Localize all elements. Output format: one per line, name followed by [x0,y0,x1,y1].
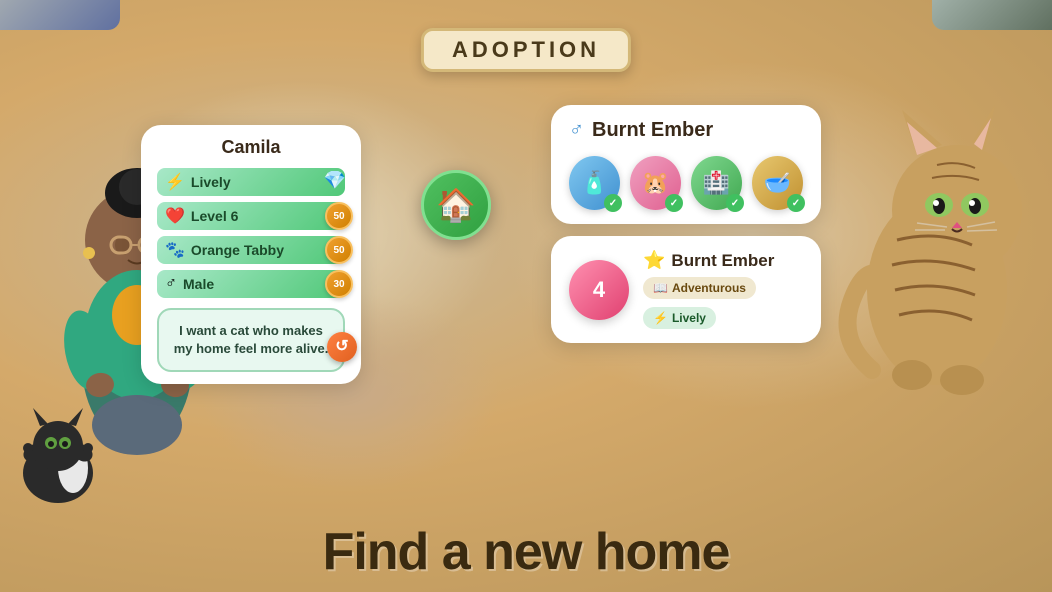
lively-icon: ⚡ [165,172,185,192]
level-label: Level 6 [191,208,337,224]
trait-circle-care: 🧴 ✓ [569,156,620,210]
trait-tag-adventurous: 📖 Adventurous [643,277,756,299]
match-number: 4 [593,277,605,303]
adoption-title: ADOPTION [452,37,600,62]
top-right-decoration [932,0,1052,30]
gem-icon: 💎 [324,170,346,191]
trait-icons-row: 🧴 ✓ 🐹 ✓ 🏥 ✓ 🥣 ✓ [569,156,803,210]
breed-badge-value: 50 [333,245,344,256]
cat-gender-icon: ♂ [569,119,584,142]
stat-row-breed: 🐾 Orange Tabby 50 [157,236,345,264]
cat-name: Burnt Ember [592,119,713,142]
check-badge-play: ✓ [665,194,683,212]
stat-row-lively: ⚡ Lively 💎 [157,168,345,196]
camila-name: Camila [157,137,345,158]
cat-info-card: ♂ Burnt Ember 🧴 ✓ 🐹 ✓ 🏥 ✓ 🥣 ✓ [551,105,821,224]
adoption-banner: ADOPTION [421,28,631,72]
match-info: ⭐ Burnt Ember 📖 Adventurous ⚡ Lively [643,250,803,329]
lively-tag-icon: ⚡ [653,311,668,325]
speech-text: I want a cat who makes my home feel more… [174,323,329,356]
stat-bar-lively: ⚡ Lively [157,168,345,196]
gender-label: Male [183,276,337,292]
refresh-icon: ↺ [335,336,348,358]
adventurous-label: Adventurous [672,281,746,295]
match-card: 4 ⭐ Burnt Ember 📖 Adventurous ⚡ Lively [551,236,821,343]
lively-label: Lively [191,174,337,190]
cat-title-row: ♂ Burnt Ember [569,119,803,142]
level-icon: ❤️ [165,206,185,226]
match-name-row: ⭐ Burnt Ember [643,250,803,271]
stat-bar-breed: 🐾 Orange Tabby [157,236,345,264]
stat-bar-level: ❤️ Level 6 [157,202,345,230]
gender-badge: 30 [325,270,353,298]
stat-bar-gender: ♂ Male [157,270,345,298]
breed-label: Orange Tabby [191,242,337,258]
trait-tag-lively: ⚡ Lively [643,307,716,329]
gender-badge-value: 30 [333,279,344,290]
lively-tag-label: Lively [672,311,706,325]
stat-row-level: ❤️ Level 6 50 [157,202,345,230]
find-home-text: Find a new home [323,523,730,581]
adopt-button[interactable]: 🏠 [421,170,491,240]
speech-bubble: I want a cat who makes my home feel more… [157,308,345,372]
level-badge-value: 50 [333,211,344,222]
breed-badge: 50 [325,236,353,264]
trait-circle-health: 🏥 ✓ [691,156,742,210]
breed-icon: 🐾 [165,240,185,260]
match-traits: 📖 Adventurous ⚡ Lively [643,277,803,329]
gender-stat-icon: ♂ [165,275,177,293]
adventurous-icon: 📖 [653,281,668,295]
stat-row-gender: ♂ Male 30 [157,270,345,298]
bottom-section: Find a new home [0,522,1052,582]
check-badge-health: ✓ [726,194,744,212]
match-heart: 4 [569,260,629,320]
lively-badge: 💎 [321,166,349,194]
match-name: Burnt Ember [671,251,774,271]
check-badge-care: ✓ [604,194,622,212]
camila-card: Camila ⚡ Lively 💎 ❤️ Level 6 50 [141,125,361,384]
trait-circle-play: 🐹 ✓ [630,156,681,210]
top-left-decoration [0,0,120,30]
refresh-button[interactable]: ↺ [327,332,357,362]
adopt-icon: 🏠 [436,186,476,224]
match-star-icon: ⭐ [643,250,665,271]
trait-circle-food: 🥣 ✓ [752,156,803,210]
check-badge-food: ✓ [787,194,805,212]
level-badge: 50 [325,202,353,230]
